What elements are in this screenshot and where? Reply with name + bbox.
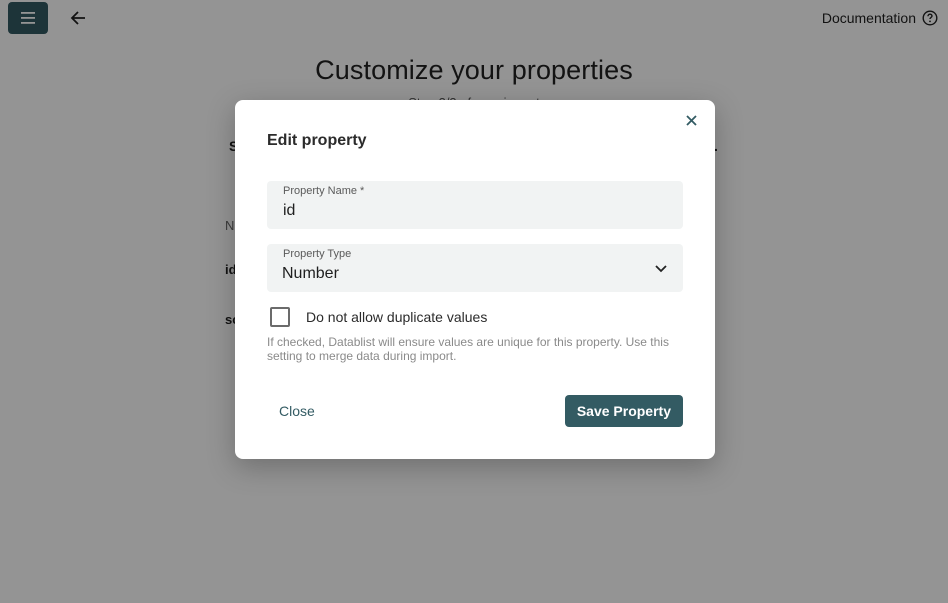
property-name-input[interactable]: id [283, 202, 295, 220]
duplicate-values-option[interactable]: Do not allow duplicate values [270, 307, 487, 327]
save-property-button[interactable]: Save Property [564, 395, 683, 427]
dialog-title: Edit property [267, 132, 367, 149]
close-icon [685, 114, 697, 126]
property-name-field[interactable]: Property Name * id [267, 181, 683, 229]
edit-property-dialog: Edit property Property Name * id Propert… [235, 100, 715, 459]
property-type-value: Number [282, 265, 339, 282]
chevron-down-icon [655, 265, 667, 273]
close-button[interactable]: Close [267, 395, 327, 427]
duplicate-values-label: Do not allow duplicate values [306, 309, 488, 325]
property-type-label: Property Type [283, 248, 352, 260]
app-page: Documentation Customize your properties … [0, 0, 948, 603]
property-type-select[interactable]: Property Type Number [267, 244, 683, 292]
dialog-close-button[interactable] [683, 112, 699, 128]
duplicate-values-helper-text: If checked, Datablist will ensure values… [267, 335, 669, 363]
property-name-label: Property Name * [283, 185, 365, 197]
duplicate-values-checkbox[interactable] [270, 307, 290, 327]
